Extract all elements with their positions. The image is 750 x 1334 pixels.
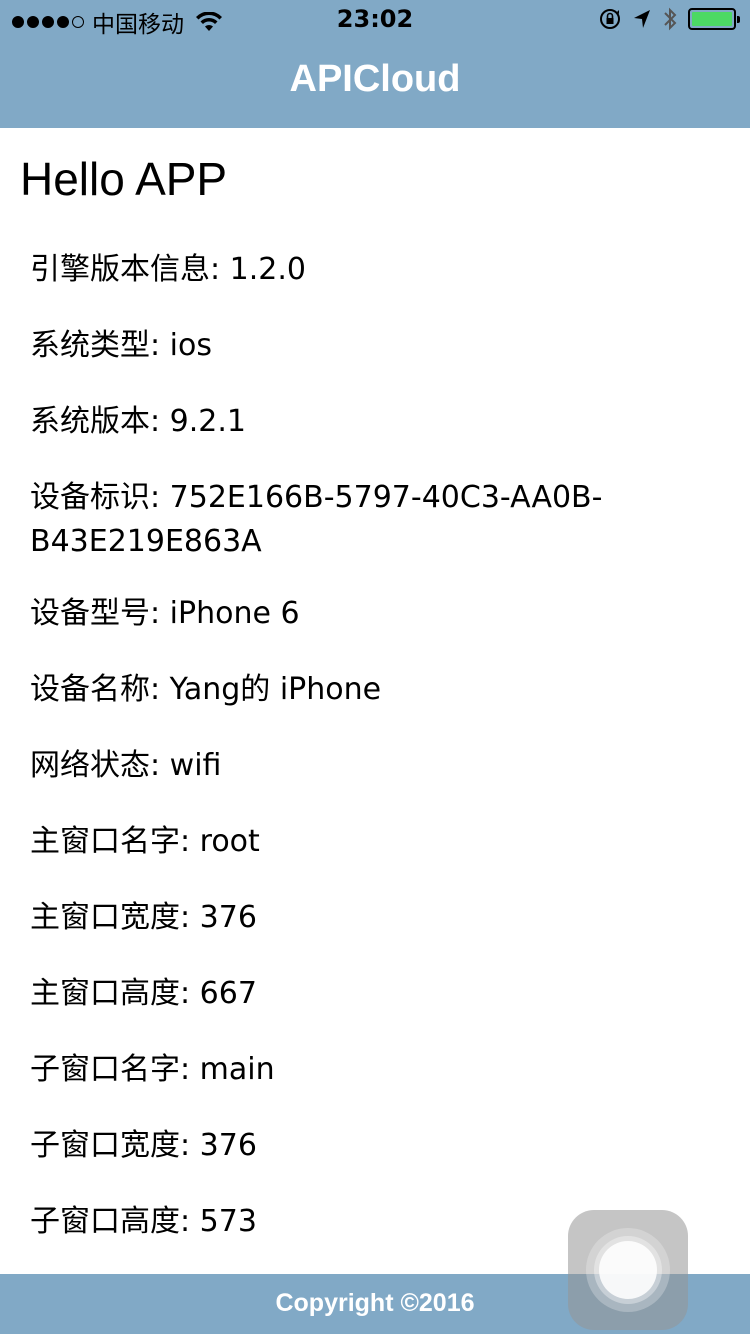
info-device-name: 设备名称: Yang的 iPhone [30, 672, 382, 707]
info-value-continued: B43E219E863A [30, 524, 262, 559]
orientation-lock-icon [600, 9, 620, 29]
info-label: 子窗口宽度 [30, 1128, 180, 1163]
info-value: 752E166B-5797-40C3-AA0B- [169, 480, 603, 515]
info-device-model: 设备型号: iPhone 6 [30, 596, 300, 631]
info-value: root [199, 824, 260, 859]
info-engine-version: 引擎版本信息: 1.2.0 [30, 252, 306, 287]
info-value: 376 [199, 900, 257, 935]
info-frame-name: 子窗口名字: main [30, 1052, 275, 1087]
info-system-type: 系统类型: ios [30, 328, 212, 363]
info-label: 引擎版本信息 [30, 252, 210, 287]
info-label: 主窗口高度 [30, 976, 180, 1011]
info-value: main [199, 1052, 275, 1087]
info-label: 系统类型 [30, 328, 150, 363]
info-label: 子窗口高度 [30, 1204, 180, 1239]
status-bar: 中国移动 23:02 [0, 0, 750, 40]
info-network-status: 网络状态: wifi [30, 748, 222, 783]
battery-icon [688, 8, 740, 30]
info-label: 设备型号 [30, 596, 150, 631]
info-value: 376 [199, 1128, 257, 1163]
info-main-window-height: 主窗口高度: 667 [30, 976, 257, 1011]
info-label: 主窗口宽度 [30, 900, 180, 935]
info-value: 9.2.1 [169, 404, 246, 439]
app-header: 中国移动 23:02 APICloud [0, 0, 750, 128]
nav-title: APICloud [289, 58, 461, 100]
info-value: Yang的 iPhone [169, 672, 382, 707]
info-label: 主窗口名字 [30, 824, 180, 859]
bluetooth-icon [664, 7, 677, 31]
info-value: 1.2.0 [229, 252, 306, 287]
info-label: 网络状态 [30, 748, 150, 783]
info-main-window-name: 主窗口名字: root [30, 824, 260, 859]
info-label: 子窗口名字 [30, 1052, 180, 1087]
location-arrow-icon [634, 10, 650, 28]
info-device-id: 设备标识: 752E166B-5797-40C3-AA0B- B43E219E8… [30, 480, 603, 559]
info-system-version: 系统版本: 9.2.1 [30, 404, 246, 439]
info-frame-width: 子窗口宽度: 376 [30, 1128, 257, 1163]
info-label: 系统版本 [30, 404, 150, 439]
info-label: 设备名称 [30, 672, 150, 707]
info-value: iPhone 6 [169, 596, 300, 631]
info-label: 设备标识 [30, 480, 150, 515]
status-right [598, 6, 740, 32]
info-value: 667 [199, 976, 257, 1011]
info-value: 573 [199, 1204, 257, 1239]
page-title: Hello APP [20, 153, 228, 205]
info-value: wifi [169, 748, 222, 783]
info-value: ios [169, 328, 212, 363]
info-main-window-width: 主窗口宽度: 376 [30, 900, 257, 935]
assistive-touch-icon[interactable] [568, 1210, 688, 1330]
